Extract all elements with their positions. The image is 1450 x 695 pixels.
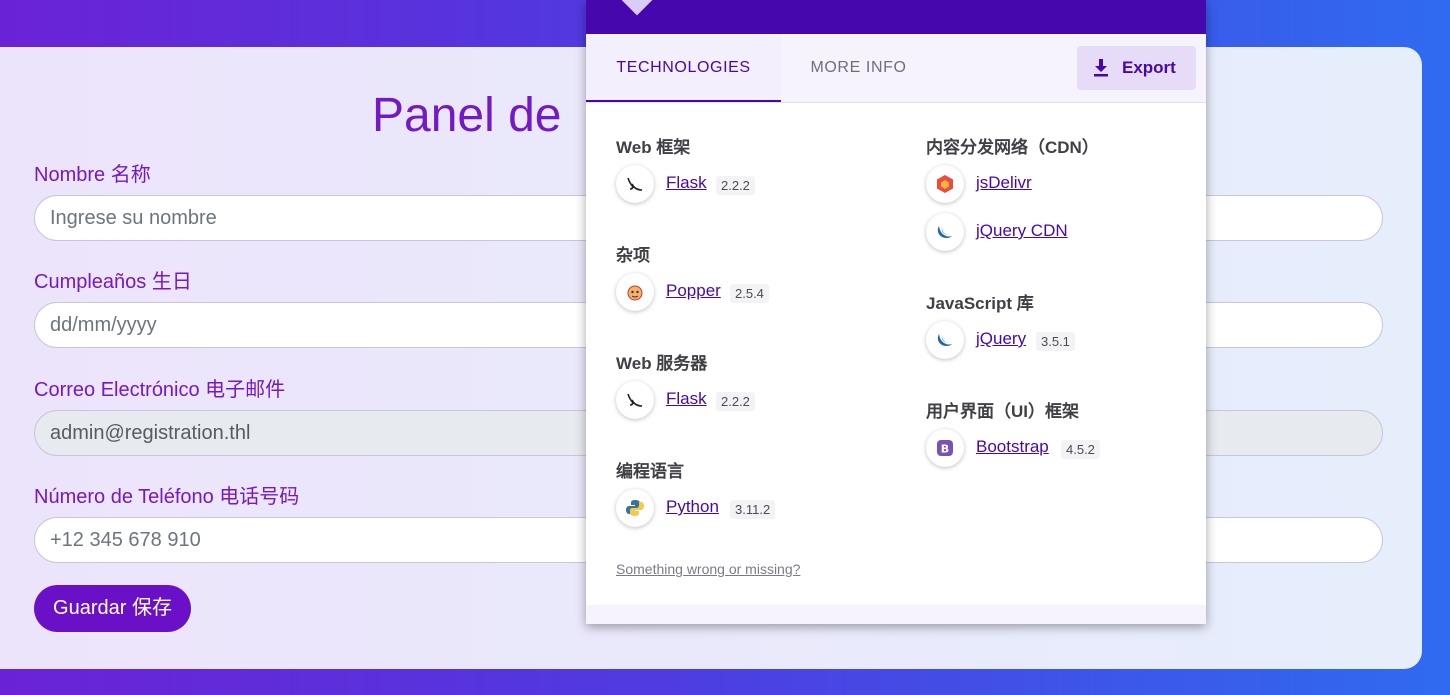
tech-link-bootstrap[interactable]: Bootstrap	[976, 437, 1049, 457]
jquery-icon	[926, 321, 964, 359]
something-wrong-link[interactable]: Something wrong or missing?	[616, 561, 800, 577]
tech-link-jsdelivr[interactable]: jsDelivr	[976, 173, 1032, 193]
tech-version: 2.5.4	[730, 284, 769, 303]
tech-version: 2.2.2	[716, 392, 755, 411]
category-cdn: 内容分发网络（CDN）	[926, 138, 1099, 157]
tech-link-jquery[interactable]: jQuery	[976, 329, 1026, 349]
name-label: Nombre 名称	[34, 164, 151, 186]
tech-link-flask[interactable]: Flask	[666, 389, 707, 409]
tech-version: 3.5.1	[1036, 332, 1075, 351]
wappalyzer-popup: TECHNOLOGIES MORE INFO Export Web 框架 Fla…	[586, 0, 1206, 624]
popup-tabs: TECHNOLOGIES MORE INFO Export	[586, 34, 1206, 103]
popup-footer	[586, 605, 1206, 624]
category-javascript-library: JavaScript 库	[926, 294, 1034, 313]
tab-technologies[interactable]: TECHNOLOGIES	[586, 34, 781, 102]
page-title: Panel de	[372, 89, 562, 142]
tech-link-python[interactable]: Python	[666, 497, 719, 517]
svg-text:B: B	[941, 443, 949, 456]
export-label: Export	[1122, 58, 1176, 77]
category-ui-framework: 用户界面（UI）框架	[926, 402, 1079, 421]
tech-link-jquery-cdn[interactable]: jQuery CDN	[976, 221, 1068, 241]
export-button[interactable]: Export	[1077, 46, 1196, 90]
flask-icon	[616, 381, 654, 419]
popper-icon	[616, 273, 654, 311]
wappalyzer-logo-icon	[618, 0, 656, 16]
tech-version: 3.11.2	[730, 500, 776, 519]
tech-version: 4.5.2	[1061, 440, 1100, 459]
email-label: Correo Electrónico 电子邮件	[34, 379, 286, 401]
jquery-icon	[926, 213, 964, 251]
category-web-server: Web 服务器	[616, 354, 708, 373]
bootstrap-icon: B	[926, 429, 964, 467]
popup-header	[586, 0, 1206, 34]
tech-link-popper[interactable]: Popper	[666, 281, 721, 301]
category-web-framework: Web 框架	[616, 138, 691, 157]
category-programming-language: 编程语言	[616, 462, 684, 481]
birthday-label: Cumpleaños 生日	[34, 271, 192, 293]
tab-more-info[interactable]: MORE INFO	[781, 34, 936, 102]
download-icon	[1094, 59, 1108, 77]
jsdelivr-icon	[926, 165, 964, 203]
tech-version: 2.2.2	[716, 176, 755, 195]
save-button[interactable]: Guardar 保存	[34, 585, 191, 632]
phone-label: Número de Teléfono 电话号码	[34, 486, 300, 508]
flask-icon	[616, 165, 654, 203]
category-misc: 杂项	[616, 246, 650, 265]
tech-link-flask[interactable]: Flask	[666, 173, 707, 193]
python-icon	[616, 489, 654, 527]
